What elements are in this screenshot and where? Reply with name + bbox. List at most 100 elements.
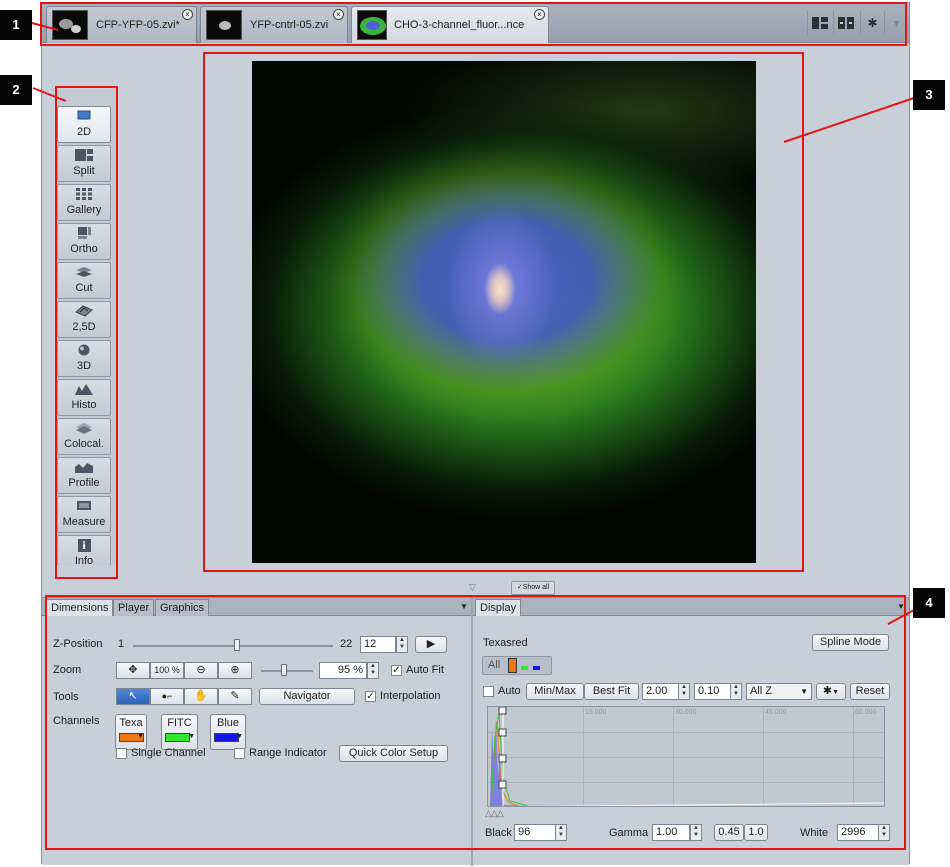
zoom-in-button[interactable]: ⊕ [218, 662, 252, 679]
min-max-button[interactable]: Min/Max [526, 683, 584, 700]
white-value-field[interactable]: 2996 [837, 824, 879, 841]
view-profile-button[interactable]: Profile [57, 457, 111, 494]
dropdown-icon[interactable]: ▾ [884, 11, 908, 35]
z-max-label: 22 [340, 638, 353, 650]
region-tool-button[interactable]: ●⌐ [150, 688, 184, 705]
view-mode-label: Cut [75, 282, 93, 294]
chevron-down-icon[interactable]: ▼ [460, 602, 468, 611]
view-mode-label: Colocal. [64, 438, 104, 450]
interpolation-label: Interpolation [380, 690, 441, 702]
tab-graphics[interactable]: Graphics [155, 599, 210, 616]
reset-button[interactable]: Reset [850, 683, 890, 700]
fluorescence-image[interactable] [252, 61, 756, 563]
zoom-slider-thumb[interactable] [281, 664, 287, 676]
thumbnail-image [206, 10, 242, 40]
range-indicator-checkbox[interactable] [234, 748, 245, 759]
tools-label: Tools [53, 691, 79, 703]
document-tab-1[interactable]: CFP-YFP-05.zvi* × [46, 6, 197, 43]
black-value-stepper[interactable]: ▲ ▼ [555, 824, 567, 841]
auto-offset-field[interactable]: 0.10 [694, 683, 731, 700]
view-colocal-button[interactable]: Colocal. [57, 418, 111, 455]
zoom-out-button[interactable]: ⊖ [184, 662, 218, 679]
gear-icon[interactable]: ✱ [860, 11, 884, 35]
settings-dropdown-button[interactable]: ✱▼ [816, 683, 846, 700]
black-value-field[interactable]: 96 [514, 824, 556, 841]
tab-player[interactable]: Player [113, 599, 155, 616]
z-position-stepper[interactable]: ▲ ▼ [396, 636, 408, 653]
view-mode-sidebar: 2D Split Gallery Ortho Cut 2,5D 3D Histo… [55, 89, 118, 565]
controls-area: Dimensions Player Graphics ▼ Z-Position … [42, 597, 909, 866]
layout-icon[interactable] [807, 11, 831, 35]
split-view-icon[interactable] [833, 11, 857, 35]
document-tab-3[interactable]: CHO-3-channel_fluor...nce × [351, 6, 549, 43]
gamma-1-button[interactable]: 1.0 [744, 824, 768, 841]
close-icon[interactable]: × [534, 9, 545, 20]
channel-blue-button[interactable]: Blue ▼ [210, 714, 246, 750]
auto-factor-stepper[interactable]: ▲ ▼ [678, 683, 690, 700]
tab-dimensions[interactable]: Dimensions [46, 599, 114, 616]
display-panel: Display ▼ Texasred Spline Mode All Auto … [473, 598, 909, 866]
quick-color-setup-button[interactable]: Quick Color Setup [339, 745, 448, 762]
display-tab-strip: Display ▼ [473, 598, 909, 616]
auto-fit-checkbox[interactable]: ✓ [391, 665, 402, 676]
z-range-value: All Z [750, 685, 772, 697]
view-3d-button[interactable]: 3D [57, 340, 111, 377]
view-2d-button[interactable]: 2D [57, 106, 111, 143]
view-mode-label: Gallery [66, 204, 102, 216]
z-range-dropdown[interactable]: All Z ▼ [746, 683, 812, 700]
range-handles[interactable]: △△△ [485, 808, 504, 819]
pipette-tool-button[interactable]: ✎ [218, 688, 252, 705]
view-measure-button[interactable]: Measure [57, 496, 111, 533]
close-icon[interactable]: × [333, 9, 344, 20]
interpolation-checkbox[interactable]: ✓ [365, 691, 376, 702]
view-histo-button[interactable]: Histo [57, 379, 111, 416]
info-icon: i [77, 539, 91, 552]
collapse-panel-icon[interactable]: ▽ [469, 582, 476, 593]
dimensions-tab-strip: Dimensions Player Graphics ▼ [42, 598, 471, 616]
zoom-stepper[interactable]: ▲ ▼ [367, 662, 379, 679]
zoom-field[interactable]: 95 % [319, 662, 367, 679]
show-all-button[interactable]: ✓Show all [511, 581, 555, 595]
view-cut-button[interactable]: Cut [57, 262, 111, 299]
blue-channel-toggle[interactable] [533, 666, 540, 670]
view-gallery-button[interactable]: Gallery [57, 184, 111, 221]
texa-channel-toggle[interactable] [508, 658, 517, 673]
channel-texa-button[interactable]: Texa ▼ [115, 714, 147, 750]
play-button[interactable]: ▶ [415, 636, 447, 653]
histogram-chart[interactable]: 15.000 30.000 45.000 60.000 [487, 706, 885, 807]
best-fit-button[interactable]: Best Fit [584, 683, 639, 700]
z-position-field[interactable]: 12 [360, 636, 396, 653]
channel-fitc-button[interactable]: FITC ▼ [161, 714, 198, 750]
auto-factor-field[interactable]: 2.00 [642, 683, 679, 700]
zoom-fit-button[interactable]: ✥ [116, 662, 150, 679]
pan-tool-button[interactable]: ✋ [184, 688, 218, 705]
spline-mode-button[interactable]: Spline Mode [812, 634, 889, 651]
navigator-button[interactable]: Navigator [259, 688, 355, 705]
single-channel-checkbox[interactable] [116, 748, 127, 759]
all-channels-toggle[interactable]: All [488, 659, 500, 671]
zoom-label: Zoom [53, 664, 82, 676]
z-position-slider[interactable] [133, 645, 333, 647]
fitc-channel-toggle[interactable] [521, 666, 528, 670]
view-ortho-button[interactable]: Ortho [57, 223, 111, 260]
view-split-button[interactable]: Split [57, 145, 111, 182]
pointer-tool-button[interactable]: ↖ [116, 688, 150, 705]
document-tab-2[interactable]: YFP-cntrl-05.zvi × [200, 6, 348, 43]
tab-display[interactable]: Display [475, 599, 522, 616]
close-icon[interactable]: × [182, 9, 193, 20]
white-value-stepper[interactable]: ▲ ▼ [878, 824, 890, 841]
auto-offset-stepper[interactable]: ▲ ▼ [730, 683, 742, 700]
image-viewer[interactable] [42, 43, 909, 595]
zoom-slider[interactable] [261, 670, 313, 672]
gamma-value-field[interactable]: 1.00 [652, 824, 690, 841]
split-icon [75, 149, 93, 162]
chevron-down-icon[interactable]: ▼ [897, 602, 905, 611]
view-info-button[interactable]: i Info [57, 535, 111, 565]
z-position-slider-thumb[interactable] [234, 639, 240, 651]
zoom-100-button[interactable]: 100 % [150, 662, 184, 679]
auto-checkbox[interactable] [483, 686, 494, 697]
gamma-value-stepper[interactable]: ▲ ▼ [690, 824, 702, 841]
gamma-045-button[interactable]: 0.45 [714, 824, 744, 841]
view-2-5d-button[interactable]: 2,5D [57, 301, 111, 338]
tools-button-group: ↖ ●⌐ ✋ ✎ [116, 688, 253, 705]
